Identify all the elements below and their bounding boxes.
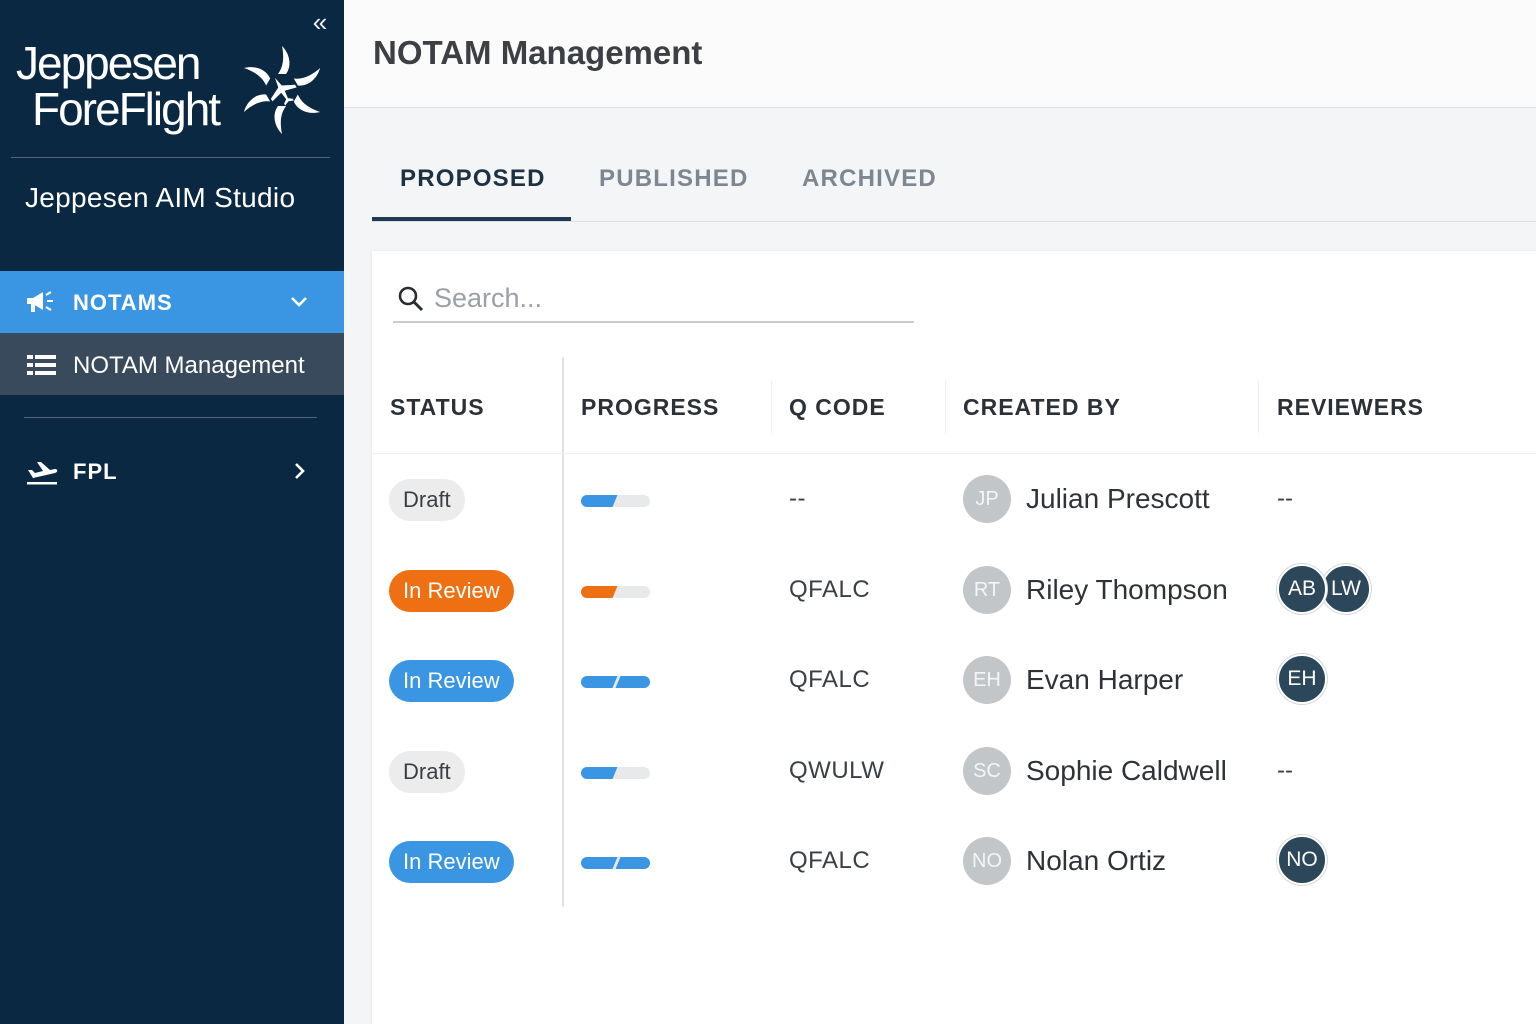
progress-bar bbox=[581, 585, 650, 598]
creator-name: Evan Harper bbox=[1026, 664, 1184, 695]
sidebar-item-notam-management[interactable]: NOTAM Management bbox=[0, 333, 344, 395]
creator-name: Nolan Ortiz bbox=[1026, 845, 1167, 876]
app-title: Jeppesen AIM Studio bbox=[25, 182, 296, 213]
page-header: NOTAM Management bbox=[344, 0, 1536, 108]
qcode-value: QFALC bbox=[789, 666, 871, 693]
table-row[interactable]: In Review QFALC EH Evan Harper EH bbox=[372, 636, 1536, 726]
status-badge: In Review bbox=[389, 569, 514, 612]
search-icon bbox=[398, 286, 424, 312]
creator-avatar: NO bbox=[963, 837, 1011, 885]
reviewer-avatar[interactable]: NO bbox=[1277, 835, 1327, 885]
logo-line-2: ForeFlight bbox=[32, 83, 221, 135]
chevron-right-icon bbox=[295, 463, 305, 479]
column-header-qcode[interactable]: Q CODE bbox=[789, 394, 886, 421]
table-row[interactable]: Draft -- JP Julian Prescott -- bbox=[372, 455, 1536, 545]
table-row[interactable]: In Review QFALC NO Nolan Ortiz NO bbox=[372, 817, 1536, 907]
column-divider bbox=[1258, 381, 1259, 433]
progress-segment bbox=[615, 676, 650, 688]
status-badge: Draft bbox=[389, 750, 465, 793]
logo-mark-icon bbox=[243, 46, 321, 134]
table-row[interactable]: Draft QWULW SC Sophie Caldwell -- bbox=[372, 727, 1536, 817]
jeppesen-foreflight-logo: Jeppesen ForeFlight bbox=[16, 40, 336, 140]
sidebar: « Jeppesen ForeFlight Jeppesen AIM Studi… bbox=[0, 0, 344, 1024]
search-input[interactable] bbox=[434, 279, 904, 317]
creator-avatar: SC bbox=[963, 746, 1011, 795]
column-divider bbox=[771, 381, 772, 433]
sidebar-item-notams[interactable]: NOTAMS bbox=[0, 271, 344, 333]
tab-archived[interactable]: ARCHIVED bbox=[802, 165, 937, 193]
reviewer-avatar[interactable]: AB bbox=[1277, 563, 1327, 614]
sidebar-item-fpl-label: FPL bbox=[73, 459, 118, 484]
column-header-created-by[interactable]: CREATED BY bbox=[963, 394, 1121, 421]
plane-departure-icon bbox=[27, 462, 58, 485]
column-header-progress[interactable]: PROGRESS bbox=[581, 394, 719, 421]
sidebar-item-notam-management-label: NOTAM Management bbox=[73, 352, 305, 379]
progress-segment bbox=[581, 495, 618, 507]
qcode-value: QWULW bbox=[789, 756, 885, 784]
sidebar-divider bbox=[24, 417, 317, 418]
qcode-value: -- bbox=[789, 485, 806, 512]
column-divider bbox=[945, 381, 946, 433]
active-tab-indicator bbox=[372, 217, 571, 221]
reviewers-empty: -- bbox=[1277, 485, 1293, 512]
status-badge: Draft bbox=[389, 479, 465, 521]
creator-name: Julian Prescott bbox=[1026, 483, 1210, 514]
creator-name: Sophie Caldwell bbox=[1026, 754, 1227, 786]
sidebar-divider bbox=[11, 157, 330, 158]
creator-avatar: RT bbox=[963, 565, 1011, 614]
qcode-value: QFALC bbox=[789, 847, 871, 874]
logo-text: Jeppesen ForeFlight bbox=[16, 37, 221, 135]
double-chevron-left-icon[interactable]: « bbox=[306, 8, 334, 36]
progress-bar bbox=[581, 857, 650, 869]
progress-bar bbox=[581, 676, 650, 688]
progress-segment bbox=[581, 676, 618, 688]
progress-segment bbox=[581, 585, 618, 598]
column-header-reviewers[interactable]: REVIEWERS bbox=[1277, 394, 1424, 421]
creator-avatar: JP bbox=[963, 475, 1011, 523]
progress-segment bbox=[581, 857, 618, 869]
list-icon bbox=[27, 355, 56, 375]
status-badge: In Review bbox=[389, 841, 514, 883]
table-row[interactable]: In Review QFALC RT Riley Thompson AB LW bbox=[372, 546, 1536, 636]
reviewer-avatar[interactable]: EH bbox=[1277, 654, 1327, 704]
header-divider bbox=[372, 453, 1536, 454]
sidebar-item-notams-label: NOTAMS bbox=[73, 290, 173, 315]
logo-line-1: Jeppesen bbox=[16, 37, 201, 89]
reviewers-empty: -- bbox=[1277, 756, 1293, 784]
progress-segment bbox=[581, 766, 618, 779]
progress-segment bbox=[615, 857, 650, 869]
status-badge: In Review bbox=[389, 660, 514, 702]
megaphone-icon bbox=[27, 291, 53, 312]
notam-table-card: STATUS PROGRESS Q CODE CREATED BY REVIEW… bbox=[372, 251, 1536, 1024]
page-title: NOTAM Management bbox=[373, 34, 703, 71]
qcode-value: QFALC bbox=[789, 575, 871, 603]
tab-published[interactable]: PUBLISHED bbox=[599, 165, 748, 193]
column-header-status[interactable]: STATUS bbox=[390, 394, 485, 421]
creator-name: Riley Thompson bbox=[1026, 573, 1228, 605]
creator-avatar: EH bbox=[963, 656, 1011, 704]
progress-bar bbox=[581, 495, 650, 507]
tab-bar: PROPOSED PUBLISHED ARCHIVED bbox=[372, 148, 1536, 222]
tab-proposed[interactable]: PROPOSED bbox=[400, 165, 546, 193]
chevron-down-icon bbox=[291, 297, 307, 307]
progress-bar bbox=[581, 766, 650, 779]
sidebar-item-fpl[interactable]: FPL bbox=[0, 440, 344, 502]
search-box bbox=[393, 275, 914, 323]
reviewer-avatar[interactable]: LW bbox=[1321, 563, 1371, 614]
